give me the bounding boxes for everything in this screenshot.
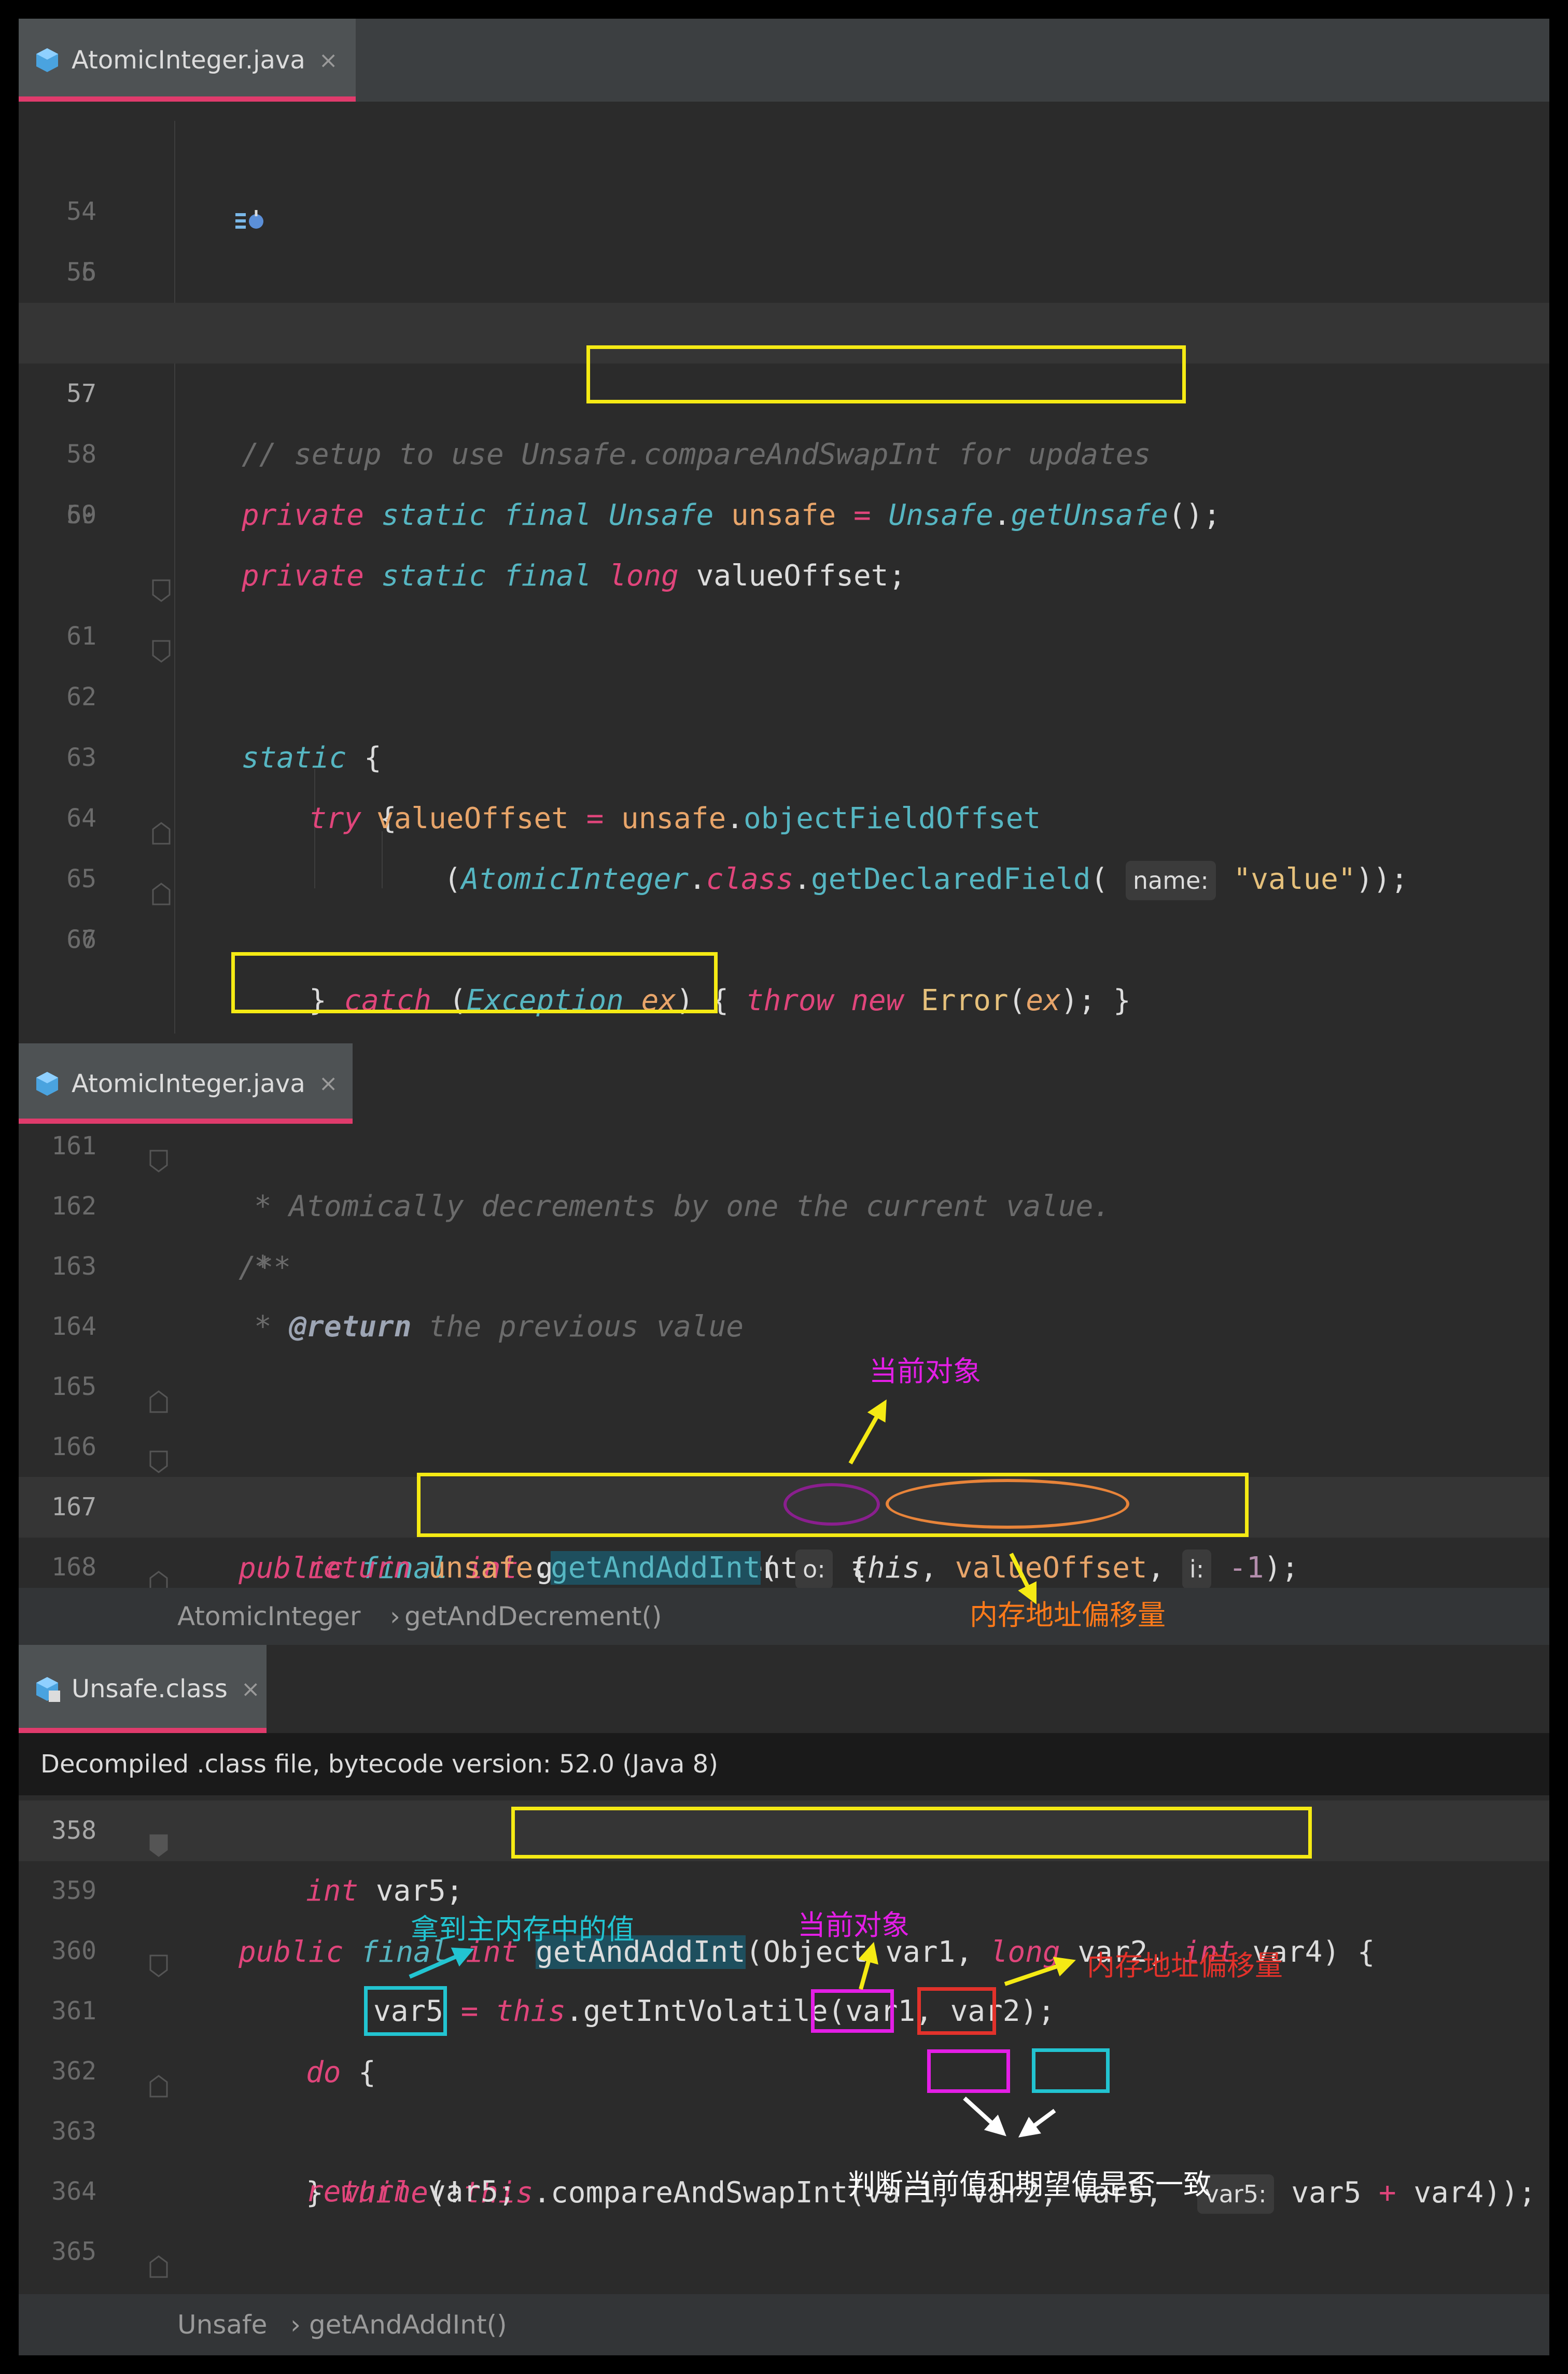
class-file-icon	[33, 1675, 61, 1703]
code-line: 55 private static final long serialVersi…	[66, 258, 1395, 350]
tab-bar: Unsafe.class ×	[19, 1645, 1549, 1733]
code-line: 54 public class AtomicInteger extends Nu…	[19, 121, 1549, 350]
code-line: 58 private static final Unsafe unsafe = …	[66, 440, 1221, 532]
breadcrumb-separator: ›	[290, 2310, 301, 2340]
code-line-current: 57 // setup to use Unsafe.compareAndSwap…	[19, 303, 1549, 471]
tab-label: AtomicInteger.java	[72, 46, 305, 75]
tab-atomicinteger-java[interactable]: AtomicInteger.java ×	[19, 1043, 353, 1124]
breadcrumb: AtomicInteger › getAndDecrement()	[19, 1588, 1549, 1645]
breadcrumb-item[interactable]: AtomicInteger	[177, 1588, 360, 1645]
annotation-main-memory-value: 拿到主内存中的值	[411, 1913, 635, 1946]
breadcrumb-separator: ›	[390, 1601, 400, 1631]
annotation-offset: 内存地址偏移量	[970, 1599, 1166, 1631]
fold-icon[interactable]	[148, 2239, 169, 2300]
tab-active-underline	[19, 1728, 267, 1733]
editor-panel-unsafe-class: Unsafe.class × Decompiled .class file, b…	[19, 1645, 1549, 2355]
tab-bar: AtomicInteger.java ×	[19, 19, 1549, 102]
annotation-compare: 判断当前值和期望值是否一致	[847, 2168, 1211, 2201]
java-class-icon	[33, 1070, 61, 1098]
tab-label: Unsafe.class	[72, 1674, 228, 1703]
tab-bar: AtomicInteger.java ×	[19, 1043, 1549, 1124]
close-icon[interactable]: ×	[241, 1676, 260, 1702]
breadcrumb: Unsafe › getAndAddInt()	[19, 2294, 1549, 2355]
annotation-current-object: 当前对象	[869, 1355, 981, 1388]
tab-atomicinteger-java[interactable]: AtomicInteger.java ×	[19, 19, 356, 102]
annotation-offset: 内存地址偏移量	[1087, 1949, 1283, 1982]
tab-label: AtomicInteger.java	[72, 1069, 305, 1098]
editor-panel-atomicinteger-top: AtomicInteger.java × 54 public class Ato…	[19, 19, 1549, 1043]
tab-active-underline	[19, 96, 356, 102]
close-icon[interactable]: ×	[319, 47, 338, 74]
annotation-current-object: 当前对象	[797, 1909, 909, 1942]
decompiled-info-banner: Decompiled .class file, bytecode version…	[19, 1733, 1549, 1795]
close-icon[interactable]: ×	[319, 1070, 338, 1097]
breadcrumb-item[interactable]: getAndDecrement()	[404, 1588, 662, 1645]
editor-panel-atomicinteger-decrement: AtomicInteger.java × 161 /** 162 * Atomic…	[19, 1043, 1549, 1645]
java-class-icon	[33, 46, 61, 74]
breadcrumb-item[interactable]: Unsafe	[177, 2294, 267, 2355]
tab-unsafe-class[interactable]: Unsafe.class ×	[19, 1645, 267, 1733]
breadcrumb-item[interactable]: getAndAddInt()	[309, 2294, 507, 2355]
